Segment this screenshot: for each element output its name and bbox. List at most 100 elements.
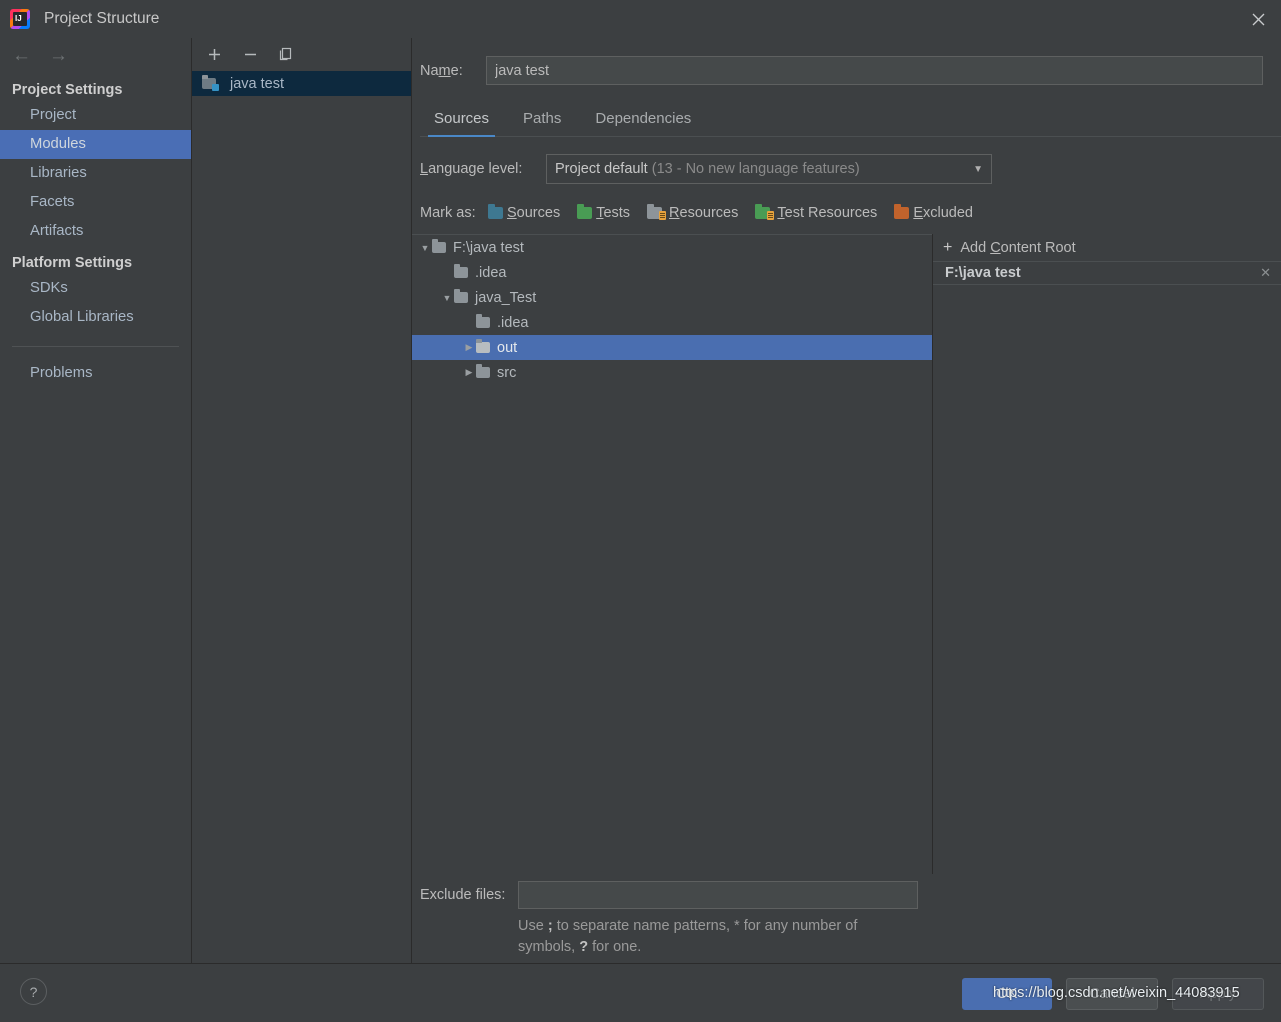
module-toolbar [192, 38, 411, 70]
content-root-item[interactable]: F:\java test ✕ [933, 261, 1281, 285]
sidebar-group-platform-settings: Platform Settings [12, 255, 133, 271]
sidebar-item-artifacts[interactable]: Artifacts [0, 217, 191, 246]
language-level-value-main: Project default [555, 161, 648, 177]
close-icon[interactable]: ✕ [1260, 265, 1271, 281]
tests-folder-icon [577, 204, 593, 219]
chevron-down-icon[interactable]: ▼ [418, 243, 432, 253]
language-level-select[interactable]: Project default (13 - No new language fe… [546, 154, 992, 184]
exclude-files-label: Exclude files: [420, 887, 506, 903]
sources-folder-icon [488, 204, 503, 219]
content-root-tree: ▼ F:\java test .idea ▼ java_Test .idea ▶… [412, 234, 932, 874]
module-name-input[interactable] [486, 56, 1263, 85]
tab-sources[interactable]: Sources [420, 106, 503, 137]
test-resources-folder-icon [755, 204, 775, 220]
exclude-files-input[interactable] [518, 881, 918, 909]
content-root-path: F:\java test [945, 265, 1021, 281]
tree-row[interactable]: ▼ java_Test [412, 285, 932, 310]
test-resources-badge-icon [767, 211, 775, 220]
chevron-right-icon[interactable]: ▶ [462, 367, 476, 378]
folder-icon [454, 264, 468, 278]
help-button[interactable]: ? [20, 978, 47, 1005]
tab-paths[interactable]: Paths [509, 106, 575, 136]
sidebar-divider [12, 346, 179, 347]
module-name: java test [230, 75, 284, 92]
tree-row-label: src [497, 364, 517, 381]
mark-as-excluded-button[interactable]: Excluded [894, 204, 973, 221]
mark-as-sources-button[interactable]: Sources [488, 204, 561, 221]
tree-row[interactable]: ▶ out [412, 335, 932, 360]
add-content-root-button[interactable]: + Add Content Root [933, 234, 1281, 261]
mark-as-test-resources-button[interactable]: Test Resources [755, 204, 878, 221]
content-roots-panel: + Add Content Root F:\java test ✕ [933, 234, 1281, 874]
sidebar-item-facets[interactable]: Facets [0, 188, 191, 217]
chevron-down-icon[interactable]: ▼ [440, 293, 454, 303]
language-level-row: Language level: Project default (13 - No… [420, 154, 1281, 184]
language-level-value: Project default (13 - No new language fe… [555, 161, 860, 177]
copy-module-button[interactable] [276, 44, 296, 64]
remove-module-button[interactable] [240, 44, 260, 64]
sidebar-item-problems[interactable]: Problems [0, 359, 191, 388]
plus-icon [208, 48, 220, 60]
sidebar-group-project-settings: Project Settings [12, 82, 123, 98]
watermark-text: https://blog.csdn.net/weixin_44083915 [993, 985, 1240, 1001]
resources-folder-icon [647, 204, 667, 220]
folder-icon [476, 339, 490, 353]
add-module-button[interactable] [204, 44, 224, 64]
chevron-down-icon: ▼ [973, 163, 983, 175]
language-level-label: Language level: [420, 161, 523, 177]
plus-icon: + [943, 238, 953, 256]
sidebar-item-modules[interactable]: Modules [0, 130, 191, 159]
folder-icon [476, 314, 490, 328]
language-level-value-detail: (13 - No new language features) [651, 161, 860, 177]
mark-as-resources-button[interactable]: Resources [647, 204, 739, 221]
back-icon[interactable]: ← [12, 46, 31, 65]
close-glyph [1252, 13, 1264, 25]
tree-row[interactable]: ▶ src [412, 360, 932, 385]
exclude-files-hint: Use ; to separate name patterns, * for a… [518, 916, 918, 958]
mark-as-excluded-label: Excluded [913, 205, 973, 221]
mark-as-tests-label: Tests [596, 205, 631, 221]
chevron-right-icon[interactable]: ▶ [462, 342, 476, 353]
add-content-root-label: Add Content Root [960, 239, 1076, 256]
mark-as-test-resources-label: Test Resources [777, 205, 878, 221]
copy-icon [279, 47, 292, 61]
mark-as-tests-button[interactable]: Tests [577, 204, 631, 221]
sidebar-item-global-libraries[interactable]: Global Libraries [0, 303, 191, 332]
module-name-row: Name: [412, 38, 1281, 85]
module-tabs: Sources Paths Dependencies [420, 106, 1281, 137]
tree-row[interactable]: .idea [412, 310, 932, 335]
tab-dependencies[interactable]: Dependencies [581, 106, 705, 136]
tree-row-label: .idea [475, 264, 507, 281]
sidebar-item-libraries[interactable]: Libraries [0, 159, 191, 188]
folder-icon [432, 239, 446, 253]
folder-icon [454, 289, 468, 303]
mark-as-sources-label: Sources [507, 205, 561, 221]
exclude-files-row: Exclude files: [412, 881, 918, 909]
exclude-hint-part1: Use [518, 918, 548, 934]
sidebar-item-sdks[interactable]: SDKs [0, 274, 191, 303]
sidebar-navigation: ← → [0, 38, 191, 73]
sidebar-item-project[interactable]: Project [0, 101, 191, 130]
module-list-item[interactable]: java test [192, 71, 411, 96]
module-editor-panel: Name: Sources Paths Dependencies Languag… [412, 38, 1281, 963]
forward-icon[interactable]: → [49, 46, 68, 65]
module-list: java test [192, 71, 411, 96]
tree-row-label: .idea [497, 314, 529, 331]
exclude-hint-question: ? [579, 939, 589, 955]
mark-as-row: Mark as: Sources Tests Resources Test Re… [420, 204, 1281, 221]
intellij-logo-mark: IJ [15, 14, 22, 23]
settings-sidebar: ← → Project Settings Project Modules Lib… [0, 38, 192, 963]
tree-row-label: out [497, 339, 518, 356]
title-bar: IJ Project Structure [0, 0, 1281, 38]
window-title: Project Structure [44, 10, 160, 27]
tree-row-label: F:\java test [453, 239, 524, 256]
tree-row[interactable]: ▼ F:\java test [412, 235, 932, 260]
folder-icon [476, 364, 490, 378]
close-icon[interactable] [1235, 0, 1281, 38]
name-label: Name: [420, 62, 463, 79]
intellij-logo-icon: IJ [10, 9, 30, 29]
tree-row[interactable]: .idea [412, 260, 932, 285]
minus-icon [244, 53, 256, 55]
exclude-hint-part2: to separate name patterns, * for any num… [518, 918, 858, 955]
mark-as-resources-label: Resources [669, 205, 739, 221]
